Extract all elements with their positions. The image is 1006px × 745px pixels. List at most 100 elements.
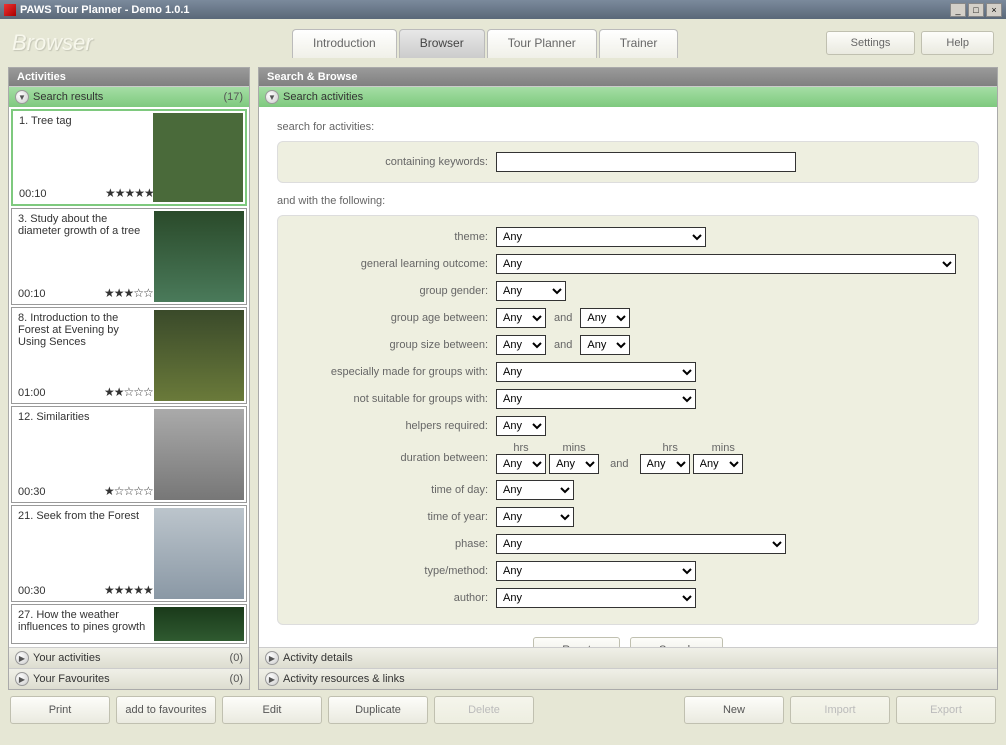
card-stars: ★★★★★: [104, 583, 153, 597]
your-favourites-label: Your Favourites: [33, 673, 110, 685]
results-list[interactable]: 1. Tree tag 00:10 ★★★★★ 3. Study about t…: [9, 107, 249, 647]
card-time: 00:30: [18, 585, 46, 597]
add-to-favourites-button[interactable]: add to favourites: [116, 696, 216, 724]
glo-select[interactable]: Any: [496, 254, 956, 274]
helpers-select[interactable]: Any: [496, 416, 546, 436]
card-stars: ★★★★★: [105, 186, 154, 200]
theme-label: theme:: [296, 231, 496, 243]
toy-label: time of year:: [296, 511, 496, 523]
title-bar: PAWS Tour Planner - Demo 1.0.1 _ □ ×: [0, 0, 1006, 19]
card-title: 27. How the weather influences to pines …: [18, 609, 146, 633]
duration-hrs-b-select[interactable]: Any: [640, 454, 690, 474]
phase-select[interactable]: Any: [496, 534, 786, 554]
result-card[interactable]: 3. Study about the diameter growth of a …: [11, 208, 247, 305]
toy-select[interactable]: Any: [496, 507, 574, 527]
size-min-select[interactable]: Any: [496, 335, 546, 355]
card-title: 1. Tree tag: [19, 115, 145, 127]
result-card[interactable]: 1. Tree tag 00:10 ★★★★★: [11, 109, 247, 206]
card-stars: ★☆☆☆☆: [104, 484, 153, 498]
filter-box: theme: Any general learning outcome: Any…: [277, 215, 979, 625]
hrs-header-2: hrs: [645, 442, 695, 454]
close-button[interactable]: ×: [986, 3, 1002, 17]
search-activities-header[interactable]: ▼ Search activities: [259, 86, 997, 107]
result-card[interactable]: 21. Seek from the Forest 00:30 ★★★★★: [11, 505, 247, 602]
author-label: author:: [296, 592, 496, 604]
chevron-right-icon: ▶: [15, 672, 29, 686]
card-stars: ★★☆☆☆: [104, 385, 153, 399]
your-activities-header[interactable]: ▶ Your activities (0): [9, 647, 249, 668]
mins-header: mins: [549, 442, 599, 454]
minimize-button[interactable]: _: [950, 3, 966, 17]
duration-min-b-select[interactable]: Any: [693, 454, 743, 474]
duration-hrs-a-select[interactable]: Any: [496, 454, 546, 474]
tab-browser[interactable]: Browser: [399, 29, 485, 58]
author-select[interactable]: Any: [496, 588, 696, 608]
esp-label: especially made for groups with:: [296, 366, 496, 378]
duration-label: duration between:: [296, 452, 496, 464]
your-favourites-count: (0): [230, 673, 243, 685]
maximize-button[interactable]: □: [968, 3, 984, 17]
card-thumb: [154, 607, 244, 641]
keyword-box: containing keywords:: [277, 141, 979, 183]
tab-tour-planner[interactable]: Tour Planner: [487, 29, 597, 58]
result-card[interactable]: 8. Introduction to the Forest at Evening…: [11, 307, 247, 404]
chevron-right-icon: ▶: [265, 672, 279, 686]
result-card[interactable]: 12. Similarities 00:30 ★☆☆☆☆: [11, 406, 247, 503]
export-button: Export: [896, 696, 996, 724]
page-title: Browser: [12, 30, 292, 56]
edit-button[interactable]: Edit: [222, 696, 322, 724]
tod-select[interactable]: Any: [496, 480, 574, 500]
keyword-input[interactable]: [496, 152, 796, 172]
search-results-header[interactable]: ▼ Search results (17): [9, 86, 249, 107]
search-activities-label: Search activities: [283, 91, 363, 103]
search-button[interactable]: Search: [630, 637, 723, 647]
your-activities-count: (0): [230, 652, 243, 664]
new-button[interactable]: New: [684, 696, 784, 724]
card-thumb: [154, 211, 244, 302]
duration-min-a-select[interactable]: Any: [549, 454, 599, 474]
hrs-header: hrs: [496, 442, 546, 454]
search-for-label: search for activities:: [277, 121, 979, 133]
size-label: group size between:: [296, 339, 496, 351]
activities-panel-title: Activities: [9, 68, 249, 86]
tab-trainer[interactable]: Trainer: [599, 29, 679, 58]
import-button: Import: [790, 696, 890, 724]
card-title: 21. Seek from the Forest: [18, 510, 146, 522]
duplicate-button[interactable]: Duplicate: [328, 696, 428, 724]
card-time: 00:10: [18, 288, 46, 300]
footer-toolbar: Print add to favourites Edit Duplicate D…: [0, 690, 1006, 730]
card-thumb: [153, 113, 243, 202]
type-select[interactable]: Any: [496, 561, 696, 581]
activity-details-label: Activity details: [283, 652, 353, 664]
size-max-select[interactable]: Any: [580, 335, 630, 355]
result-card[interactable]: 27. How the weather influences to pines …: [11, 604, 247, 644]
activity-resources-header[interactable]: ▶ Activity resources & links: [259, 668, 997, 689]
size-and: and: [546, 339, 580, 351]
gender-select[interactable]: Any: [496, 281, 566, 301]
type-label: type/method:: [296, 565, 496, 577]
card-title: 3. Study about the diameter growth of a …: [18, 213, 146, 237]
help-button[interactable]: Help: [921, 31, 994, 55]
window-title: PAWS Tour Planner - Demo 1.0.1: [20, 4, 190, 16]
age-min-select[interactable]: Any: [496, 308, 546, 328]
esp-select[interactable]: Any: [496, 362, 696, 382]
notsuit-select[interactable]: Any: [496, 389, 696, 409]
theme-select[interactable]: Any: [496, 227, 706, 247]
search-results-label: Search results: [33, 91, 103, 103]
card-time: 00:10: [19, 188, 47, 200]
chevron-right-icon: ▶: [265, 651, 279, 665]
and-with-label: and with the following:: [277, 195, 979, 207]
mins-header-2: mins: [698, 442, 748, 454]
card-time: 01:00: [18, 387, 46, 399]
reset-button[interactable]: Reset: [533, 637, 620, 647]
activity-details-header[interactable]: ▶ Activity details: [259, 647, 997, 668]
tab-introduction[interactable]: Introduction: [292, 29, 397, 58]
settings-button[interactable]: Settings: [826, 31, 916, 55]
main: Activities ▼ Search results (17) 1. Tree…: [0, 67, 1006, 690]
your-favourites-header[interactable]: ▶ Your Favourites (0): [9, 668, 249, 689]
age-label: group age between:: [296, 312, 496, 324]
chevron-down-icon: ▼: [15, 90, 29, 104]
delete-button: Delete: [434, 696, 534, 724]
age-max-select[interactable]: Any: [580, 308, 630, 328]
print-button[interactable]: Print: [10, 696, 110, 724]
